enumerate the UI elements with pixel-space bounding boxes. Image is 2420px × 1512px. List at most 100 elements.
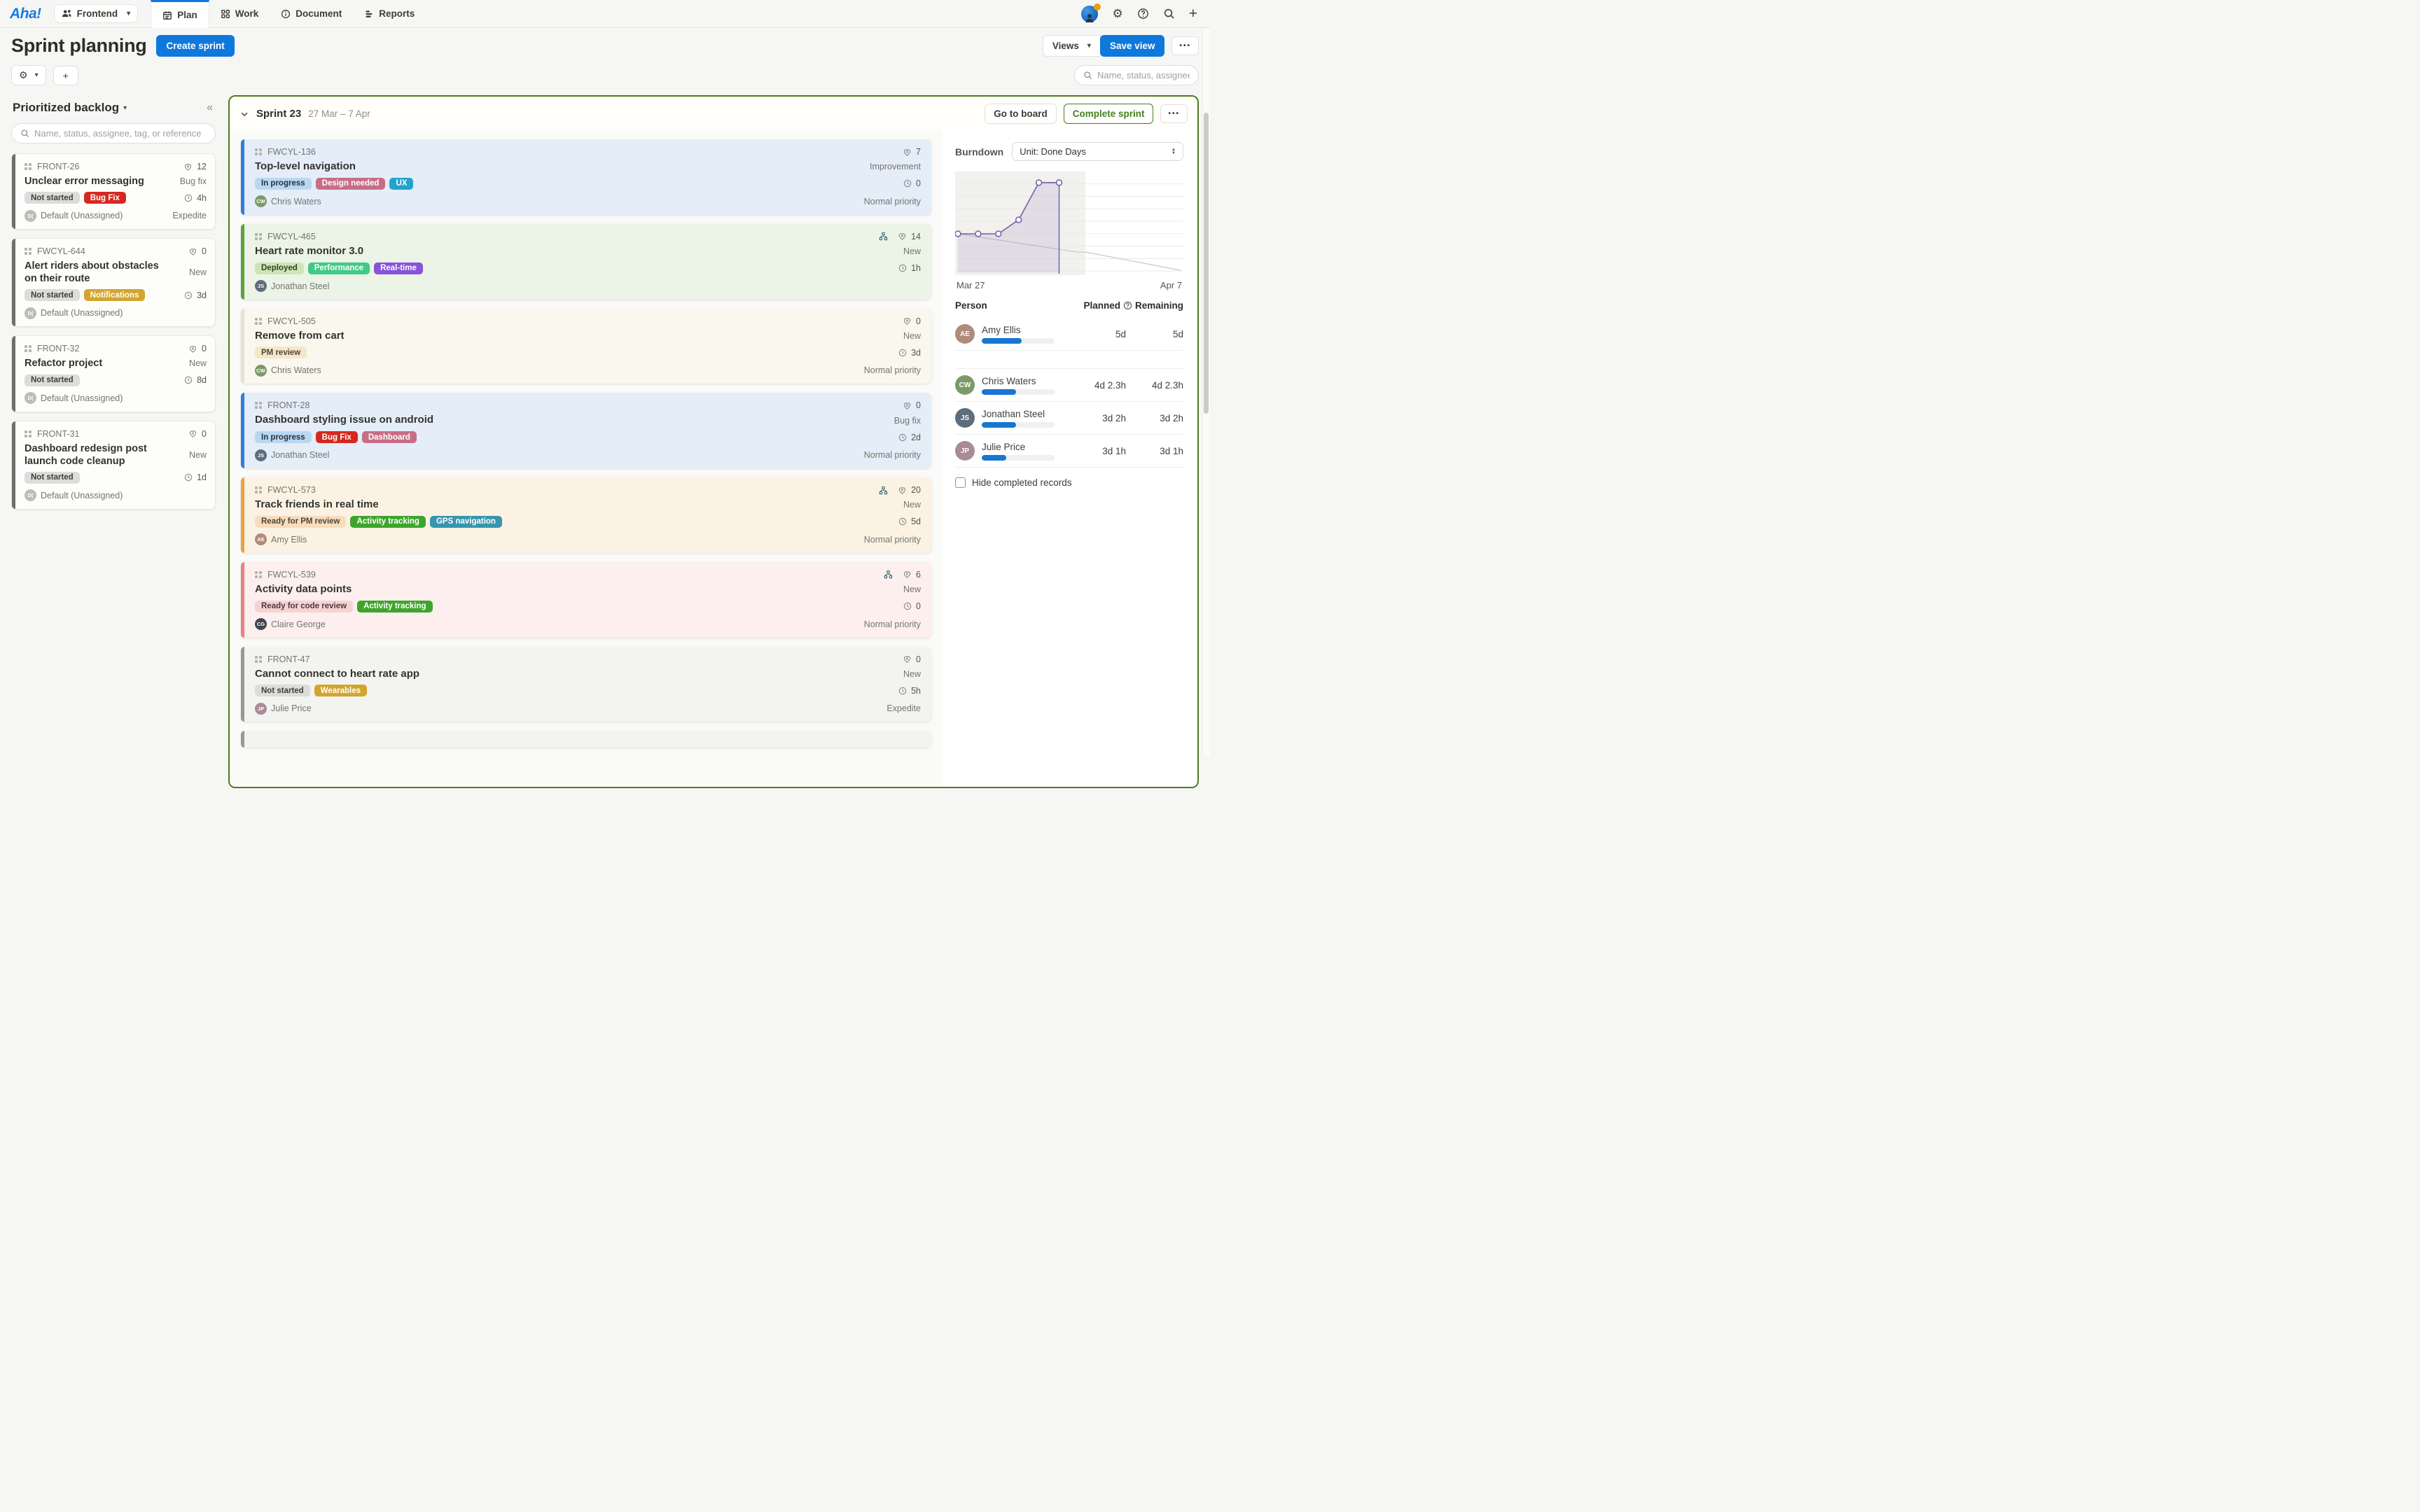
card-title[interactable]: Heart rate monitor 3.0 [255,245,363,258]
status-chip[interactable]: In progress [255,431,312,443]
drag-handle-icon[interactable] [25,430,32,438]
card-ref[interactable]: FWCYL-573 [267,485,316,495]
status-chip[interactable]: Ready for PM review [255,516,346,528]
sprint-card[interactable]: FWCYL-136 7 Top-level navigationImprovem… [241,139,931,215]
tag-chip[interactable]: Real-time [374,262,423,274]
drag-handle-icon[interactable] [255,148,262,155]
backlog-title[interactable]: Prioritized backlog [13,101,119,115]
drag-handle-icon[interactable] [255,656,262,663]
sprint-card[interactable]: FRONT-28 0 Dashboard styling issue on an… [241,393,931,468]
tag-chip[interactable]: UX [389,178,413,190]
person-name[interactable]: Chris Waters [982,376,1055,386]
status-chip[interactable]: PM review [255,346,307,358]
sprint-card[interactable]: FWCYL-505 0 Remove from cartNew PM revie… [241,309,931,384]
user-avatar[interactable] [1081,6,1098,22]
settings-gear-icon[interactable]: ⚙ [1112,8,1122,20]
view-settings-button[interactable]: ⚙ ▾ [11,65,46,85]
card-title[interactable]: Track friends in real time [255,498,379,512]
window-scrollbar[interactable] [1202,29,1210,756]
status-chip[interactable]: Ready for code review [255,601,353,612]
tag-chip[interactable]: Performance [308,262,370,274]
card-title[interactable]: Dashboard redesign post launch code clea… [25,442,165,468]
drag-handle-icon[interactable] [25,163,32,170]
card-ref[interactable]: FRONT-47 [267,654,310,664]
views-button[interactable]: Views ▾ [1043,35,1101,57]
card-title[interactable]: Remove from cart [255,330,345,343]
record-filter-input[interactable] [1097,70,1190,80]
backlog-search-input[interactable] [34,128,207,139]
status-chip[interactable]: Not started [25,472,80,484]
person-row[interactable]: JS Jonathan Steel 3d 2h 3d 2h [955,401,1183,434]
backlog-card[interactable]: FRONT-32 0 Refactor projectNew Not start… [11,335,216,412]
header-more-button[interactable]: ••• [1171,36,1199,55]
scrollbar-thumb[interactable] [1204,113,1209,414]
tab-document[interactable]: Document [270,0,353,27]
drag-handle-icon[interactable] [255,486,262,493]
status-chip[interactable]: Deployed [255,262,304,274]
tag-chip[interactable]: Bug Fix [316,431,358,443]
create-sprint-button[interactable]: Create sprint [156,35,234,57]
card-ref[interactable]: FRONT-31 [37,429,79,439]
status-chip[interactable]: Not started [25,192,80,204]
tab-reports[interactable]: Reports [353,0,426,27]
backlog-card[interactable]: FWCYL-644 0 Alert riders about obstacles… [11,238,216,327]
person-name[interactable]: Jonathan Steel [982,409,1055,419]
aha-logo[interactable]: Aha! [0,0,54,27]
help-icon[interactable] [1137,8,1149,20]
save-view-button[interactable]: Save view [1100,35,1165,57]
card-ref[interactable]: FWCYL-505 [267,316,316,326]
card-ref[interactable]: FRONT-28 [267,400,310,410]
tag-chip[interactable]: Dashboard [362,431,417,443]
status-chip[interactable]: Not started [25,289,80,301]
person-row[interactable]: JP Julie Price 3d 1h 3d 1h [955,434,1183,467]
status-chip[interactable]: Not started [255,685,310,696]
card-ref[interactable]: FWCYL-465 [267,232,316,241]
drag-handle-icon[interactable] [255,571,262,578]
person-row[interactable]: AE Amy Ellis 5d 5d [955,318,1183,350]
card-ref[interactable]: FRONT-26 [37,162,79,172]
card-ref[interactable]: FWCYL-644 [37,246,85,256]
sprint-card[interactable]: FWCYL-465 14 Heart rate monitor 3.0New D… [241,224,931,300]
sprint-more-button[interactable]: ••• [1160,104,1188,123]
sprint-card[interactable]: FWCYL-539 6 Activity data pointsNew Read… [241,562,931,638]
tag-chip[interactable]: Activity tracking [357,601,432,612]
sprint-card[interactable] [241,731,931,748]
drag-handle-icon[interactable] [25,248,32,255]
card-title[interactable]: Alert riders about obstacles on their ro… [25,260,165,285]
backlog-card[interactable]: FRONT-26 12 Unclear error messagingBug f… [11,153,216,230]
card-ref[interactable]: FWCYL-539 [267,570,316,580]
tab-work[interactable]: Work [209,0,270,27]
tag-chip[interactable]: Bug Fix [84,192,126,204]
tag-chip[interactable]: GPS navigation [430,516,502,528]
card-ref[interactable]: FRONT-32 [37,344,79,354]
burndown-unit-select[interactable]: Unit: Done Days ▲▼ [1012,142,1183,161]
card-title[interactable]: Refactor project [25,357,102,370]
drag-handle-icon[interactable] [255,402,262,409]
workspace-switcher[interactable]: Frontend ▾ [54,4,139,23]
go-to-board-button[interactable]: Go to board [985,104,1057,124]
person-name[interactable]: Julie Price [982,442,1055,452]
card-title[interactable]: Dashboard styling issue on android [255,414,433,427]
chevron-down-icon[interactable] [239,109,249,119]
person-name[interactable]: Amy Ellis [982,325,1055,335]
tab-plan[interactable]: Plan [151,0,209,28]
person-row[interactable]: CW Chris Waters 4d 2.3h 4d 2.3h [955,368,1183,401]
drag-handle-icon[interactable] [25,345,32,352]
card-title[interactable]: Top-level navigation [255,160,356,174]
status-chip[interactable]: In progress [255,178,312,190]
tag-chip[interactable]: Notifications [84,289,146,301]
add-button[interactable]: + [53,66,78,85]
question-circle-icon[interactable] [1123,301,1132,310]
tag-chip[interactable]: Wearables [314,685,367,696]
drag-handle-icon[interactable] [255,318,262,325]
card-ref[interactable]: FWCYL-136 [267,147,316,157]
sprint-card[interactable]: FWCYL-573 20 Track friends in real timeN… [241,477,931,553]
card-title[interactable]: Cannot connect to heart rate app [255,668,419,681]
backlog-card[interactable]: FRONT-31 0 Dashboard redesign post launc… [11,421,216,510]
plus-icon[interactable]: + [1189,6,1197,21]
card-title[interactable]: Unclear error messaging [25,175,144,188]
collapse-sidebar-icon[interactable]: « [207,102,216,114]
tag-chip[interactable]: Design needed [316,178,386,190]
complete-sprint-button[interactable]: Complete sprint [1064,104,1154,124]
search-icon[interactable] [1163,8,1175,20]
